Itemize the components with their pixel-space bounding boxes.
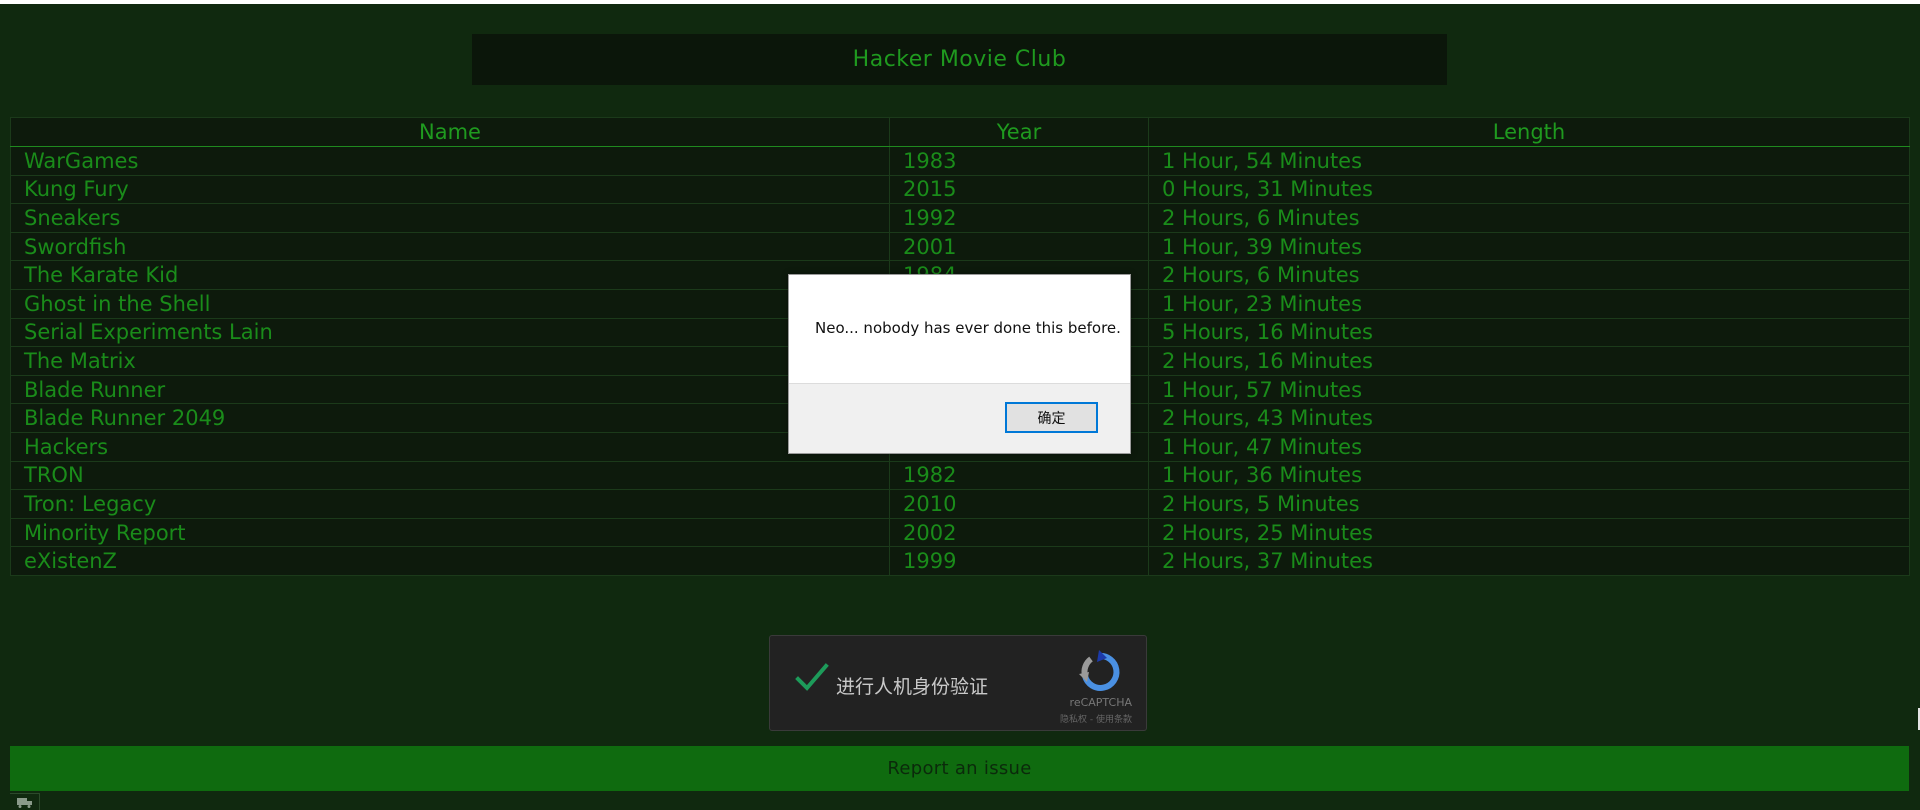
cell-name: Hackers [10,431,890,462]
table-row: eXistenZ 1999 2 Hours, 37 Minutes [10,546,1910,576]
truck-icon-glyph [16,797,32,808]
cell-year: 1983 [889,146,1149,176]
cell-length: 5 Hours, 16 Minutes [1148,317,1910,348]
table-row: Kung Fury 2015 0 Hours, 31 Minutes [10,174,1910,205]
cell-year: 2015 [889,174,1149,205]
cell-length: 0 Hours, 31 Minutes [1148,174,1910,205]
cell-name: Sneakers [10,203,890,233]
cell-year: 2002 [889,517,1149,548]
cell-year: 2010 [889,489,1149,519]
cell-name: Tron: Legacy [10,489,890,519]
cell-length: 2 Hours, 25 Minutes [1148,517,1910,548]
captcha-label: 进行人机身份验证 [836,676,989,698]
cell-year: 1999 [889,546,1149,576]
cell-length: 2 Hours, 43 Minutes [1148,403,1910,433]
cell-year: 1982 [889,460,1149,491]
cell-name: Ghost in the Shell [10,288,890,319]
top-strip [0,0,1920,4]
cell-length: 1 Hour, 39 Minutes [1148,231,1910,262]
header-length: Length [1148,117,1910,147]
ok-button[interactable]: 确定 [1005,402,1098,433]
cell-name: The Karate Kid [10,260,890,290]
dialog-footer: 确定 [789,383,1130,453]
cell-length: 1 Hour, 36 Minutes [1148,460,1910,491]
cell-length: 2 Hours, 5 Minutes [1148,489,1910,519]
cell-length: 2 Hours, 16 Minutes [1148,346,1910,376]
cell-name: Swordfish [10,231,890,262]
cell-name: WarGames [10,146,890,176]
captcha-brand: reCAPTCHA [1069,696,1132,709]
recaptcha-logo-icon [1079,650,1120,691]
table-row: Sneakers 1992 2 Hours, 6 Minutes [10,203,1910,233]
alert-dialog: Neo... nobody has ever done this before.… [788,274,1131,454]
page-title: Hacker Movie Club [472,34,1447,85]
report-issue-button[interactable]: Report an issue [10,746,1909,791]
table-row: WarGames 1983 1 Hour, 54 Minutes [10,146,1910,176]
cell-year: 1992 [889,203,1149,233]
cell-name: Blade Runner [10,374,890,405]
captcha-terms-link[interactable]: 隐私权 - 使用条款 [1060,712,1132,725]
table-header-row: Name Year Length [10,117,1910,147]
cell-length: 1 Hour, 57 Minutes [1148,374,1910,405]
cell-length: 1 Hour, 54 Minutes [1148,146,1910,176]
cell-year: 2001 [889,231,1149,262]
cell-name: The Matrix [10,346,890,376]
cell-name: Blade Runner 2049 [10,403,890,433]
truck-icon[interactable] [10,793,40,810]
cell-name: Minority Report [10,517,890,548]
table-row: TRON 1982 1 Hour, 36 Minutes [10,460,1910,491]
cell-length: 1 Hour, 23 Minutes [1148,288,1910,319]
header-year: Year [889,117,1149,147]
table-row: Swordfish 2001 1 Hour, 39 Minutes [10,231,1910,262]
cell-length: 2 Hours, 6 Minutes [1148,260,1910,290]
table-row: Tron: Legacy 2010 2 Hours, 5 Minutes [10,489,1910,519]
cell-name: Kung Fury [10,174,890,205]
recaptcha-widget[interactable]: 进行人机身份验证 reCAPTCHA 隐私权 - 使用条款 [769,635,1147,731]
cell-length: 2 Hours, 6 Minutes [1148,203,1910,233]
cell-name: Serial Experiments Lain [10,317,890,348]
dialog-message: Neo... nobody has ever done this before. [815,319,1121,337]
cell-length: 2 Hours, 37 Minutes [1148,546,1910,576]
checkmark-icon [795,663,829,691]
header-name: Name [10,117,890,147]
table-row: Minority Report 2002 2 Hours, 25 Minutes [10,517,1910,548]
cell-name: TRON [10,460,890,491]
cell-name: eXistenZ [10,546,890,576]
cell-length: 1 Hour, 47 Minutes [1148,431,1910,462]
